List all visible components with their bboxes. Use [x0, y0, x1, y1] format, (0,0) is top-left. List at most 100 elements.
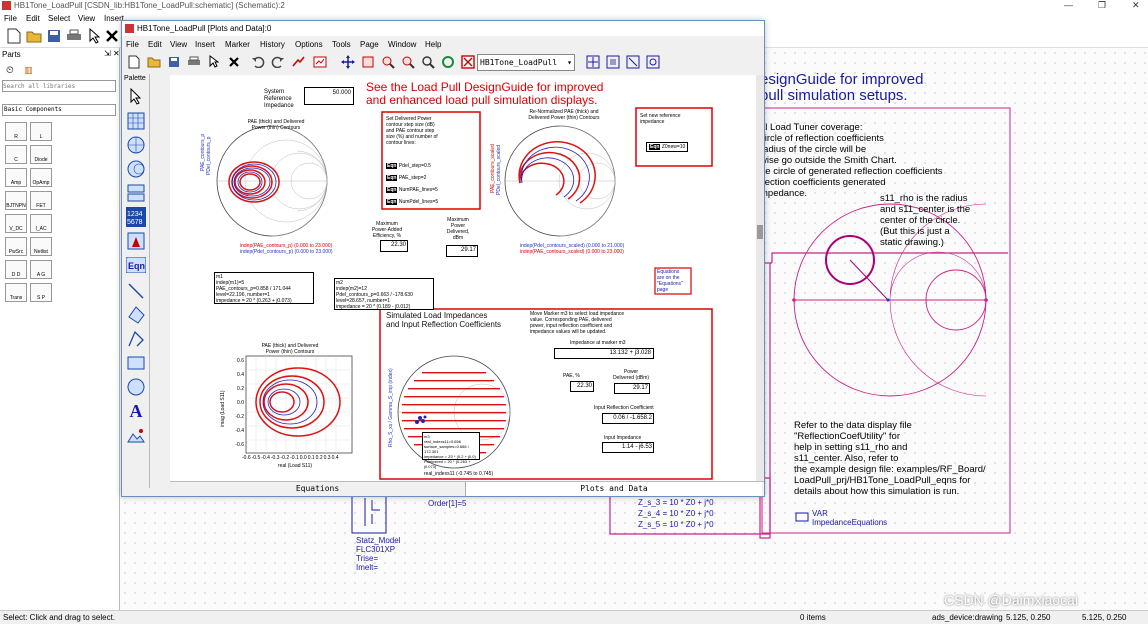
delete-x-icon[interactable] [102, 26, 122, 46]
pointer-icon[interactable] [84, 26, 104, 46]
palette-smith-chart-icon[interactable] [125, 158, 147, 180]
palette-list-icon[interactable]: 1234 5678 [125, 206, 147, 228]
dmenu-options[interactable]: Options [295, 40, 323, 49]
palette-antenna-icon[interactable] [125, 230, 147, 252]
palette-rectangle-icon[interactable] [125, 352, 147, 374]
part-bjt[interactable]: BJTNPN [5, 191, 27, 210]
dataset-dropdown[interactable]: HB1Tone_LoadPull ▾ [477, 54, 575, 71]
view-all-icon[interactable] [583, 52, 603, 72]
dmenu-edit[interactable]: Edit [148, 40, 162, 49]
menu-file[interactable]: File [4, 14, 17, 23]
part-pwsrc[interactable]: PwSrc [5, 237, 27, 256]
power-value: 29.17 [614, 383, 650, 394]
save-icon[interactable] [164, 52, 184, 72]
panel-close-icon[interactable]: ✕ [113, 49, 120, 58]
part-iac[interactable]: I_AC [30, 214, 52, 233]
save-icon[interactable] [44, 26, 64, 46]
refresh-icon[interactable] [438, 52, 458, 72]
step-equations[interactable]: Eqn Pdel_step=0.5 Eqn PAE_step=2 Eqn Num… [386, 160, 438, 208]
new-file-icon[interactable] [4, 26, 24, 46]
pan-icon[interactable] [338, 52, 358, 72]
status-item-count: 0 items [800, 613, 826, 622]
menu-select[interactable]: Select [48, 14, 70, 23]
part-trans[interactable]: Trans [5, 283, 27, 302]
palette-stacked-plot-icon[interactable] [125, 182, 147, 204]
stop-icon[interactable] [458, 52, 478, 72]
dmenu-view[interactable]: View [170, 40, 187, 49]
vertical-scrollbar[interactable] [756, 75, 764, 481]
part-ag[interactable]: A G [30, 260, 52, 279]
part-sp[interactable]: S P [30, 283, 52, 302]
zoom-select-icon[interactable] [643, 52, 663, 72]
print-icon[interactable] [184, 52, 204, 72]
part-opamp[interactable]: OpAmp [30, 168, 52, 187]
plot-options-icon[interactable] [310, 52, 330, 72]
part-diode[interactable]: Diode [30, 145, 52, 164]
library-icon[interactable]: ▥ [24, 65, 33, 76]
chart3-ylabel: imag (Load S11) [220, 390, 226, 427]
part-resistor[interactable]: R [5, 122, 27, 141]
palette-rect-plot-icon[interactable] [125, 110, 147, 132]
menu-edit[interactable]: Edit [26, 14, 40, 23]
marker-m1-readout[interactable]: m1 indep(m1)=5 PAE_contours_p=0.858 / 171.… [214, 272, 314, 304]
palette-circle-icon[interactable] [125, 376, 147, 398]
marker-icon[interactable] [288, 52, 308, 72]
close-icon[interactable]: ✕ [1132, 0, 1140, 11]
palette-text-icon[interactable]: A [125, 400, 147, 422]
part-netlist[interactable]: Netlist [30, 237, 52, 256]
marker-m2-readout[interactable]: m2 indep(m2)=12 Pdel_contours_p=0.663 / -1… [334, 278, 434, 310]
zoom-in-icon[interactable] [378, 52, 398, 72]
palette-equation-icon[interactable]: Eqn [125, 254, 147, 276]
zs-equations[interactable]: Z_s_3 = 10 * Z0 + j*0 Z_s_4 = 10 * Z0 + j… [638, 497, 714, 530]
dmenu-file[interactable]: File [126, 40, 139, 49]
dmenu-window[interactable]: Window [388, 40, 416, 49]
history-icon[interactable]: ⏲ [6, 65, 14, 76]
dmenu-page[interactable]: Page [360, 40, 379, 49]
search-icon[interactable] [418, 52, 438, 72]
tab-equations[interactable]: Equations [170, 482, 466, 496]
part-vdc[interactable]: V_DC [5, 214, 27, 233]
open-icon[interactable] [144, 52, 164, 72]
palette-image-icon[interactable] [125, 424, 147, 446]
palette-line-icon[interactable] [125, 280, 147, 302]
zoom-fit-icon[interactable] [358, 52, 378, 72]
restore-icon[interactable]: ❐ [1098, 0, 1106, 11]
statz-model[interactable]: Statz_Model FLC301XP Trise= Imelt= [356, 536, 400, 572]
print-icon[interactable] [64, 26, 84, 46]
dmenu-history[interactable]: History [260, 40, 285, 49]
new-icon[interactable] [124, 52, 144, 72]
part-inductor[interactable]: L [30, 122, 52, 141]
palette-polygon-icon[interactable] [125, 304, 147, 326]
part-amp[interactable]: Amp [5, 168, 27, 187]
delete-icon[interactable] [224, 52, 244, 72]
menu-view[interactable]: View [78, 14, 95, 23]
zoom-page-icon[interactable] [623, 52, 643, 72]
part-dd[interactable]: D D [5, 260, 27, 279]
zoom-area-icon[interactable] [603, 52, 623, 72]
open-folder-icon[interactable] [24, 26, 44, 46]
dmenu-tools[interactable]: Tools [332, 40, 351, 49]
marker-m3-readout[interactable]: m3 real_indexs11=0.656 surface_samples=0.6… [422, 432, 480, 469]
part-capacitor[interactable]: C [5, 145, 27, 164]
palette-pointer-icon[interactable] [125, 86, 147, 108]
undo-icon[interactable] [248, 52, 268, 72]
redo-icon[interactable] [268, 52, 288, 72]
part-fet[interactable]: FET [30, 191, 52, 210]
minimize-icon[interactable]: — [1064, 0, 1073, 10]
tab-plots-and-data[interactable]: Plots and Data [466, 482, 762, 496]
parts-search-input[interactable] [2, 80, 116, 92]
dmenu-marker[interactable]: Marker [225, 40, 250, 49]
dmenu-help[interactable]: Help [425, 40, 441, 49]
pin-icon[interactable]: ⇲ [104, 49, 111, 58]
plots-canvas[interactable]: See the Load Pull DesignGuide for improv… [170, 75, 756, 481]
pointer-icon[interactable] [204, 52, 224, 72]
dmenu-insert[interactable]: Insert [195, 40, 215, 49]
palette-polyline-icon[interactable] [125, 328, 147, 350]
var-block[interactable]: VAR ImpedanceEquations [812, 509, 887, 527]
zoom-out-icon[interactable] [398, 52, 418, 72]
palette-polar-plot-icon[interactable] [125, 134, 147, 156]
vertical-scroll-thumb[interactable] [757, 225, 763, 239]
library-selector[interactable]: Basic Components [2, 104, 116, 116]
new-ref-equation[interactable]: Eqn Z0new=10 [646, 142, 689, 152]
part-label: I_AC [35, 226, 47, 232]
